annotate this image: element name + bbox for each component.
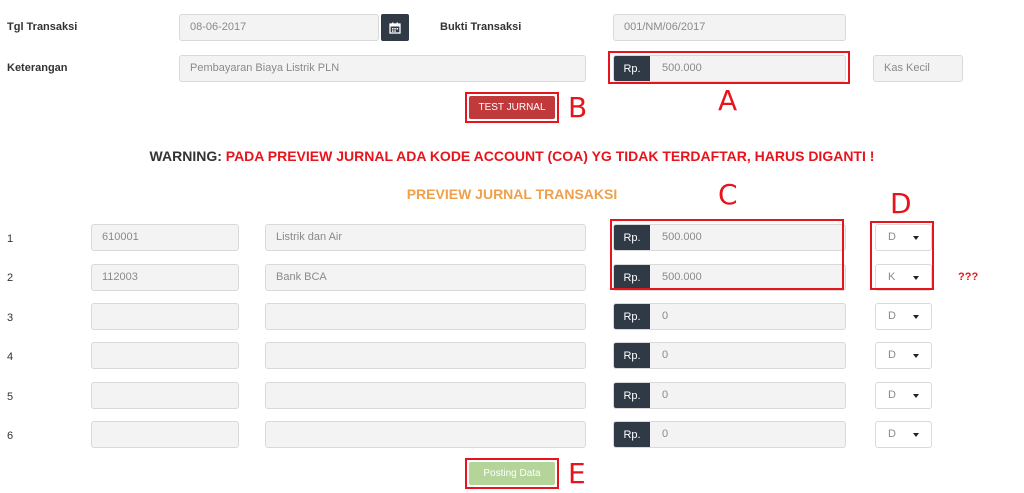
chevron-down-icon bbox=[913, 315, 919, 319]
row-number: 5 bbox=[7, 391, 14, 403]
account-name-input[interactable] bbox=[265, 382, 586, 409]
annotation-label-e: E bbox=[568, 457, 586, 490]
account-name-input[interactable]: Listrik dan Air bbox=[265, 224, 586, 251]
row-amount-input[interactable]: Rp. 0 bbox=[613, 421, 846, 448]
annotation-label-c: C bbox=[718, 178, 738, 211]
debit-credit-select[interactable]: D bbox=[875, 342, 932, 369]
row-number: 2 bbox=[7, 272, 14, 284]
annotation-label-a: A bbox=[718, 84, 738, 117]
annotation-label-d: D bbox=[890, 187, 912, 220]
row-number: 4 bbox=[7, 351, 14, 363]
unregistered-flag: ??? bbox=[958, 271, 979, 283]
debit-credit-value: D bbox=[888, 389, 896, 401]
warning-message: WARNING: PADA PREVIEW JURNAL ADA KODE AC… bbox=[0, 148, 1024, 164]
annotation-box-a bbox=[608, 51, 850, 84]
currency-prefix: Rp. bbox=[614, 383, 650, 408]
warning-text: PADA PREVIEW JURNAL ADA KODE ACCOUNT (CO… bbox=[225, 148, 875, 164]
row-number: 6 bbox=[7, 430, 14, 442]
debit-credit-select[interactable]: D bbox=[875, 421, 932, 448]
debit-credit-value: D bbox=[888, 428, 896, 440]
debit-credit-select[interactable]: D bbox=[875, 303, 932, 330]
row-amount-value: 0 bbox=[662, 389, 669, 401]
account-name-input[interactable]: Bank BCA bbox=[265, 264, 586, 291]
bukti-transaksi-input[interactable]: 001/NM/06/2017 bbox=[613, 14, 846, 41]
annotation-label-b: B bbox=[568, 91, 588, 124]
tgl-transaksi-input[interactable]: 08-06-2017 bbox=[179, 14, 379, 41]
account-code-input[interactable] bbox=[91, 303, 239, 330]
keterangan-label: Keterangan bbox=[7, 62, 68, 74]
bukti-transaksi-label: Bukti Transaksi bbox=[440, 21, 522, 33]
chevron-down-icon bbox=[913, 354, 919, 358]
annotation-box-b bbox=[465, 92, 559, 123]
account-code-input[interactable]: 112003 bbox=[91, 264, 239, 291]
debit-credit-value: D bbox=[888, 349, 896, 361]
tgl-transaksi-label: Tgl Transaksi bbox=[7, 21, 78, 33]
row-amount-input[interactable]: Rp. 0 bbox=[613, 303, 846, 330]
debit-credit-select[interactable]: D bbox=[875, 382, 932, 409]
kas-select[interactable]: Kas Kecil bbox=[873, 55, 963, 82]
account-name-input[interactable] bbox=[265, 421, 586, 448]
currency-prefix: Rp. bbox=[614, 422, 650, 447]
chevron-down-icon bbox=[913, 433, 919, 437]
account-name-input[interactable] bbox=[265, 303, 586, 330]
account-code-input[interactable] bbox=[91, 342, 239, 369]
warning-prefix: WARNING: bbox=[149, 148, 222, 164]
preview-jurnal-title: PREVIEW JURNAL TRANSAKSI bbox=[406, 186, 618, 202]
account-code-input[interactable] bbox=[91, 382, 239, 409]
chevron-down-icon bbox=[913, 394, 919, 398]
row-amount-input[interactable]: Rp. 0 bbox=[613, 342, 846, 369]
account-name-input[interactable] bbox=[265, 342, 586, 369]
currency-prefix: Rp. bbox=[614, 304, 650, 329]
row-number: 3 bbox=[7, 312, 14, 324]
calendar-icon bbox=[389, 22, 401, 34]
annotation-box-d bbox=[870, 221, 934, 290]
row-number: 1 bbox=[7, 233, 14, 245]
debit-credit-value: D bbox=[888, 310, 896, 322]
account-code-input[interactable]: 610001 bbox=[91, 224, 239, 251]
annotation-box-c bbox=[610, 219, 844, 290]
row-amount-value: 0 bbox=[662, 428, 669, 440]
account-code-input[interactable] bbox=[91, 421, 239, 448]
annotation-box-e bbox=[465, 458, 559, 489]
calendar-button[interactable] bbox=[381, 14, 409, 41]
currency-prefix: Rp. bbox=[614, 343, 650, 368]
row-amount-value: 0 bbox=[662, 349, 669, 361]
keterangan-input[interactable]: Pembayaran Biaya Listrik PLN bbox=[179, 55, 586, 82]
row-amount-value: 0 bbox=[662, 310, 669, 322]
row-amount-input[interactable]: Rp. 0 bbox=[613, 382, 846, 409]
